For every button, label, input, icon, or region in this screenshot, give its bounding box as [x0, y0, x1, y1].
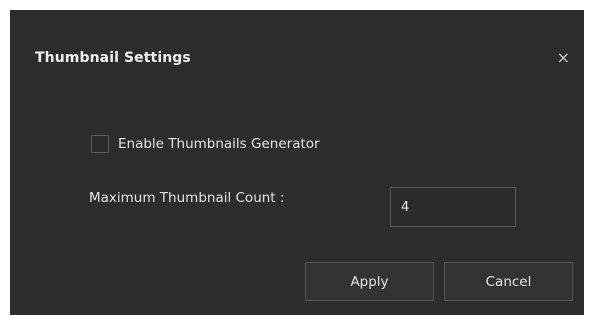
max-thumbnail-count-label: Maximum Thumbnail Count : [89, 190, 285, 206]
enable-thumbnails-row[interactable]: Enable Thumbnails Generator [91, 135, 320, 153]
cancel-button[interactable]: Cancel [444, 262, 573, 301]
apply-button[interactable]: Apply [305, 262, 434, 301]
max-thumbnail-count-input[interactable] [390, 187, 516, 227]
dialog-title: Thumbnail Settings [35, 50, 191, 66]
thumbnail-settings-dialog: Thumbnail Settings × Enable Thumbnails G… [10, 10, 584, 315]
enable-thumbnails-label: Enable Thumbnails Generator [118, 136, 320, 152]
enable-thumbnails-checkbox[interactable] [91, 135, 109, 153]
close-icon[interactable]: × [557, 48, 570, 67]
